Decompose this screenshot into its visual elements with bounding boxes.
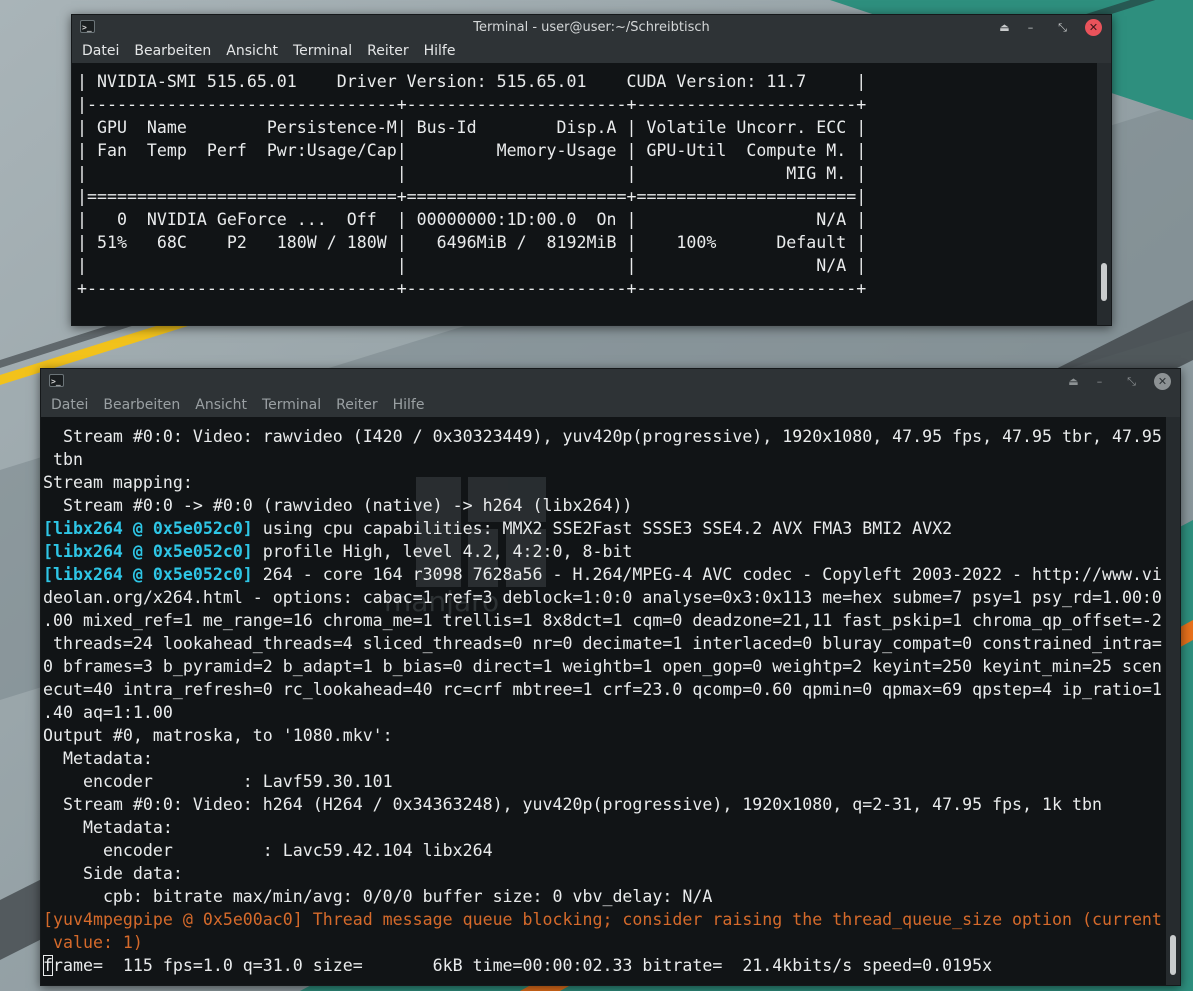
log-text: Stream mapping: — [43, 473, 193, 492]
window-title: Terminal - user@user:~/Schreibtisch — [473, 20, 710, 35]
terminal-line: +-------------------------------+-------… — [77, 279, 867, 298]
terminal-text: Stream #0:0: Video: rawvideo (I420 / 0x3… — [43, 425, 1166, 977]
log-text: encoder : Lavc59.42.104 libx264 — [43, 841, 493, 860]
menu-terminal[interactable]: Terminal — [288, 40, 357, 63]
log-text: Stream #0:0: Video: rawvideo (I420 / 0x3… — [43, 427, 1162, 446]
menu-bar: Datei Bearbeiten Ansicht Terminal Reiter Hilf… — [72, 40, 1111, 63]
scrollbar-thumb[interactable] — [1170, 935, 1176, 975]
terminal-line: value: 1) — [43, 933, 143, 952]
terminal-line: .40 aq=1:1.00 — [43, 703, 173, 722]
pin-icon[interactable]: ⏏ — [996, 19, 1013, 36]
terminal-output[interactable]: manjaro Stream #0:0: Video: rawvideo (I4… — [41, 417, 1166, 985]
close-icon[interactable]: ✕ — [1154, 373, 1171, 390]
maximize-icon[interactable]: ⤡ — [1123, 373, 1140, 390]
log-text: encoder : Lavf59.30.101 — [43, 772, 393, 791]
terminal-line: | NVIDIA-SMI 515.65.01 Driver Version: 5… — [77, 72, 867, 91]
terminal-line: [libx264 @ 0x5e052c0] 264 - core 164 r30… — [43, 565, 1162, 584]
terminal-line: | 51% 68C P2 180W / 180W | 6496MiB / 819… — [77, 233, 867, 252]
terminal-window-ffmpeg[interactable]: >_ ⏏ – ⤡ ✕ Datei Bearbeiten Ansicht Termina… — [40, 368, 1181, 986]
terminal-line: |-------------------------------+-------… — [77, 95, 867, 114]
log-text: Stream #0:0 -> #0:0 (rawvideo (native) -… — [43, 496, 633, 515]
log-text: ecut=40 intra_refresh=0 rc_lookahead=40 … — [43, 680, 1162, 699]
terminal-line: |===============================+=======… — [77, 187, 867, 206]
menu-datei[interactable]: Datei — [46, 394, 93, 417]
terminal-line: | GPU Name Persistence-M| Bus-Id Disp.A … — [77, 118, 867, 137]
log-text: cpb: bitrate max/min/avg: 0/0/0 buffer s… — [43, 887, 713, 906]
log-text: Metadata: — [43, 818, 173, 837]
log-text: threads=24 lookahead_threads=4 sliced_th… — [43, 634, 1162, 653]
terminal-line: encoder : Lavc59.42.104 libx264 — [43, 841, 493, 860]
maximize-icon[interactable]: ⤡ — [1054, 19, 1071, 36]
menu-reiter[interactable]: Reiter — [362, 40, 413, 63]
terminal-text: | NVIDIA-SMI 515.65.01 Driver Version: 5… — [77, 70, 1097, 300]
terminal-line: | Fan Temp Perf Pwr:Usage/Cap| Memory-Us… — [77, 141, 867, 160]
menu-reiter[interactable]: Reiter — [331, 394, 382, 417]
minimize-icon[interactable]: – — [1091, 373, 1108, 390]
window-titlebar[interactable]: >_ Terminal - user@user:~/Schreibtisch ⏏… — [72, 15, 1111, 40]
terminal-line: .00 mixed_ref=1 me_range=16 chroma_me=1 … — [43, 611, 1162, 630]
warning-text: [yuv4mpegpipe @ 0x5e00ac0] Thread messag… — [43, 910, 1162, 929]
log-source-prefix: [libx264 @ 0x5e052c0] — [43, 565, 253, 584]
menu-ansicht[interactable]: Ansicht — [221, 40, 283, 63]
menu-hilfe[interactable]: Hilfe — [419, 40, 461, 63]
minimize-icon[interactable]: – — [1022, 19, 1039, 36]
log-text: Output #0, matroska, to '1080.mkv': — [43, 726, 393, 745]
menu-bearbeiten[interactable]: Bearbeiten — [129, 40, 216, 63]
log-source-prefix: [libx264 @ 0x5e052c0] — [43, 542, 253, 561]
terminal-line: Side data: — [43, 864, 183, 883]
pin-icon[interactable]: ⏏ — [1065, 373, 1082, 390]
warning-text: value: 1) — [43, 933, 143, 952]
log-text: .40 aq=1:1.00 — [43, 703, 173, 722]
terminal-line: | | | N/A | — [77, 256, 867, 275]
terminal-line: Stream #0:0 -> #0:0 (rawvideo (native) -… — [43, 496, 632, 515]
scrollbar[interactable] — [1166, 417, 1180, 985]
terminal-output[interactable]: | NVIDIA-SMI 515.65.01 Driver Version: 5… — [72, 63, 1097, 325]
menu-bar: Datei Bearbeiten Ansicht Terminal Reiter Hilf… — [41, 394, 1180, 417]
log-text: frame= 115 fps=1.0 q=31.0 size= 6kB time… — [43, 956, 993, 975]
terminal-app-icon: >_ — [49, 374, 64, 387]
scrollbar[interactable] — [1097, 63, 1111, 325]
terminal-window-nvidia-smi[interactable]: >_ Terminal - user@user:~/Schreibtisch ⏏… — [71, 14, 1112, 326]
terminal-line: ecut=40 intra_refresh=0 rc_lookahead=40 … — [43, 680, 1162, 699]
log-text: Stream #0:0: Video: h264 (H264 / 0x34363… — [43, 795, 1102, 814]
terminal-line: encoder : Lavf59.30.101 — [43, 772, 393, 791]
terminal-line: Stream #0:0: Video: h264 (H264 / 0x34363… — [43, 795, 1102, 814]
terminal-line: Metadata: — [43, 818, 173, 837]
terminal-line: Stream mapping: — [43, 473, 193, 492]
terminal-line: Output #0, matroska, to '1080.mkv': — [43, 726, 393, 745]
log-text: tbn — [43, 450, 83, 469]
log-text: .00 mixed_ref=1 me_range=16 chroma_me=1 … — [43, 611, 1162, 630]
log-text: 0 bframes=3 b_pyramid=2 b_adapt=1 b_bias… — [43, 657, 1162, 676]
log-text: deolan.org/x264.html - options: cabac=1 … — [43, 588, 1162, 607]
terminal-line: Stream #0:0: Video: rawvideo (I420 / 0x3… — [43, 427, 1162, 446]
terminal-line: | | | MIG M. | — [77, 164, 867, 183]
terminal-line: [yuv4mpegpipe @ 0x5e00ac0] Thread messag… — [43, 910, 1162, 929]
menu-ansicht[interactable]: Ansicht — [190, 394, 252, 417]
terminal-line: Metadata: — [43, 749, 153, 768]
log-text: profile High, level 4.2, 4:2:0, 8-bit — [252, 542, 633, 561]
terminal-line: | 0 NVIDIA GeForce ... Off | 00000000:1D… — [77, 210, 867, 229]
terminal-line: [libx264 @ 0x5e052c0] profile High, leve… — [43, 542, 632, 561]
menu-hilfe[interactable]: Hilfe — [388, 394, 430, 417]
terminal-line: cpb: bitrate max/min/avg: 0/0/0 buffer s… — [43, 887, 712, 906]
menu-bearbeiten[interactable]: Bearbeiten — [98, 394, 185, 417]
terminal-line: deolan.org/x264.html - options: cabac=1 … — [43, 588, 1162, 607]
log-source-prefix: [libx264 @ 0x5e052c0] — [43, 519, 253, 538]
log-text: Side data: — [43, 864, 183, 883]
terminal-line: frame= 115 fps=1.0 q=31.0 size= 6kB time… — [43, 955, 993, 976]
close-icon[interactable]: ✕ — [1085, 19, 1102, 36]
terminal-line: threads=24 lookahead_threads=4 sliced_th… — [43, 634, 1162, 653]
log-text: 264 - core 164 r3098 7628a56 - H.264/MPE… — [252, 565, 1162, 584]
log-text: Metadata: — [43, 749, 153, 768]
terminal-line: [libx264 @ 0x5e052c0] using cpu capabili… — [43, 519, 952, 538]
terminal-line: 0 bframes=3 b_pyramid=2 b_adapt=1 b_bias… — [43, 657, 1162, 676]
log-text: using cpu capabilities: MMX2 SSE2Fast SS… — [252, 519, 953, 538]
menu-datei[interactable]: Datei — [77, 40, 124, 63]
window-titlebar[interactable]: >_ ⏏ – ⤡ ✕ — [41, 369, 1180, 394]
menu-terminal[interactable]: Terminal — [257, 394, 326, 417]
terminal-line: tbn — [43, 450, 83, 469]
scrollbar-thumb[interactable] — [1101, 263, 1107, 301]
